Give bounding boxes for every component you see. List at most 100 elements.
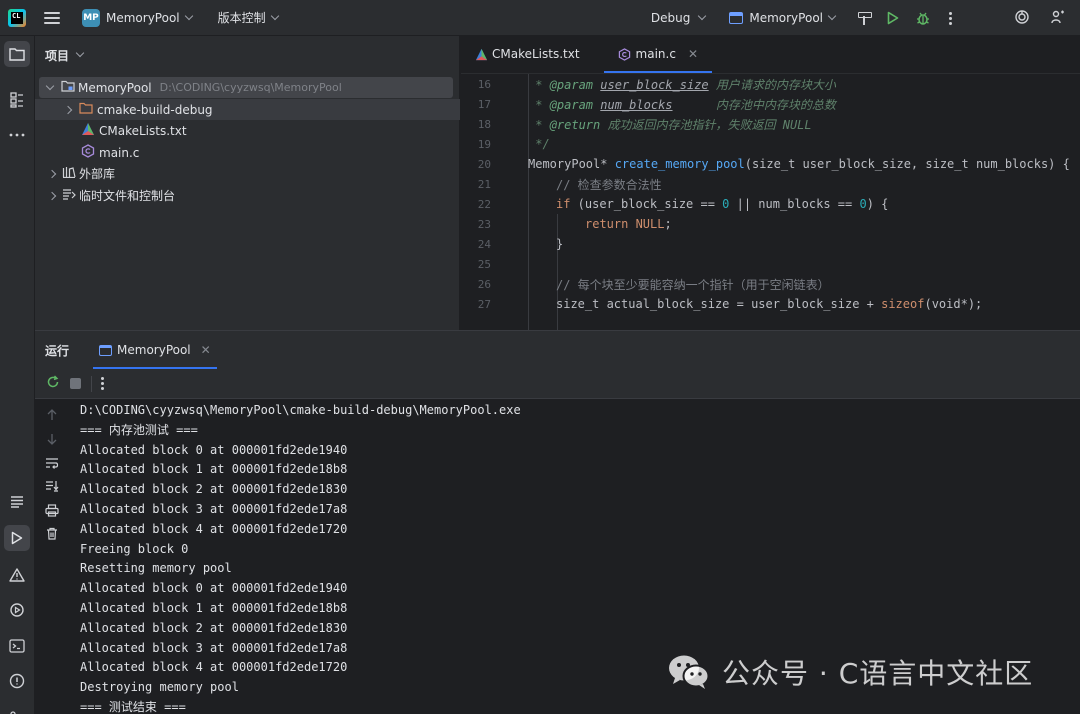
print-icon[interactable] — [45, 503, 59, 517]
run-tab-label: MemoryPool — [117, 343, 191, 357]
run-icon[interactable] — [887, 11, 899, 25]
run-config-dropdown[interactable]: MemoryPool — [749, 11, 823, 25]
more-actions-icon[interactable] — [101, 377, 104, 390]
line-number: 23 — [477, 217, 491, 231]
toolbar-divider — [91, 375, 92, 392]
run-panel-title: 运行 — [45, 343, 70, 358]
info-circle-icon — [9, 673, 25, 689]
code-line-22: 22 if (user_block_size == 0 || num_block… — [461, 194, 1080, 214]
library-icon — [62, 166, 76, 181]
run-config-icon — [729, 12, 744, 24]
todo-tool-button[interactable] — [4, 489, 30, 515]
structure-tool-button[interactable] — [4, 87, 30, 113]
project-panel-header[interactable]: 项目 — [35, 36, 459, 74]
build-hammer-icon[interactable] — [857, 11, 872, 25]
console-line: D:\CODING\cyyzwsq\MemoryPool\cmake-build… — [80, 403, 521, 417]
chevron-down-icon[interactable] — [75, 48, 85, 58]
code-line-20: 20 MemoryPool* create_memory_pool(size_t… — [461, 154, 1080, 174]
tree-root-path: D:\CODING\cyyzwsq\MemoryPool — [159, 81, 342, 94]
more-horizontal-icon — [9, 133, 25, 137]
tree-item-label: main.c — [99, 145, 140, 160]
console-line: Resetting memory pool — [80, 561, 232, 576]
build-config-dropdown[interactable]: Debug — [651, 11, 690, 25]
collapse-arrow-icon[interactable] — [63, 105, 73, 114]
code-line-17: 17 * @param num_blocks 内存池中内存块的总数 — [461, 94, 1080, 114]
console-side-toolbar — [35, 399, 69, 714]
console-output[interactable]: D:\CODING\cyyzwsq\MemoryPool\cmake-build… — [80, 401, 521, 714]
code-area[interactable]: 16 * @param user_block_size 用户请求的内存块大小 1… — [461, 74, 1080, 330]
tab-cmakelists[interactable]: CMakeLists.txt — [461, 35, 594, 73]
chevron-down-icon[interactable] — [184, 11, 193, 20]
project-badge[interactable]: MP — [82, 8, 100, 27]
soft-wrap-icon[interactable] — [45, 456, 59, 470]
vcs-dropdown[interactable]: 版本控制 — [218, 9, 266, 26]
expand-arrow-icon[interactable] — [45, 81, 55, 91]
chevron-down-icon[interactable] — [270, 11, 279, 20]
more-actions-icon[interactable] — [949, 11, 952, 25]
line-number: 18 — [477, 117, 491, 131]
chevron-down-icon[interactable] — [698, 11, 707, 21]
code-line-18: 18 * @return 成功返回内存池指针，失败返回 NULL — [461, 114, 1080, 134]
line-number: 26 — [477, 277, 491, 291]
tree-item-main-c[interactable]: main.c — [35, 142, 460, 163]
terminal-tool-button[interactable] — [4, 633, 30, 659]
rerun-icon[interactable] — [46, 375, 60, 392]
git-tool-button[interactable] — [4, 706, 30, 714]
debug-bug-icon[interactable] — [915, 10, 931, 26]
close-tab-icon[interactable]: ✕ — [688, 47, 698, 61]
project-name-dropdown[interactable]: MemoryPool — [106, 11, 180, 25]
title-bar: CL MP MemoryPool 版本控制 Debug MemoryPool — [0, 0, 1080, 36]
line-number: 16 — [477, 77, 491, 91]
editor-tabs: CMakeLists.txt main.c ✕ — [461, 36, 1080, 74]
close-tab-icon[interactable]: ✕ — [201, 343, 211, 357]
tree-item-external-libs[interactable]: 外部库 — [35, 163, 460, 184]
project-panel-title: 项目 — [45, 48, 70, 63]
code-editor: CMakeLists.txt main.c ✕ 16 * @param user… — [461, 36, 1080, 330]
ai-assistant-icon[interactable] — [1014, 9, 1030, 28]
main-menu-icon[interactable] — [44, 11, 60, 24]
console-line: === 测试结束 === — [80, 699, 186, 714]
tree-item-scratches[interactable]: 临时文件和控制台 — [35, 185, 460, 206]
run-toolbar — [35, 369, 1080, 399]
tree-item-cmake-build-debug[interactable]: cmake-build-debug — [35, 99, 460, 120]
line-number: 27 — [477, 297, 491, 311]
services-icon — [10, 603, 24, 617]
trash-icon[interactable] — [45, 526, 59, 540]
scroll-up-icon[interactable] — [45, 408, 59, 422]
code-line-26: 26 // 每个块至少要能容纳一个指针（用于空闲链表） — [461, 274, 1080, 294]
problems-tool-button[interactable] — [4, 562, 30, 588]
tab-main-c[interactable]: main.c ✕ — [603, 35, 713, 73]
console-line: Allocated block 1 at 000001fd2ede18b8 — [80, 600, 348, 615]
collapse-arrow-icon[interactable] — [47, 191, 57, 200]
wechat-logo-icon — [668, 654, 710, 690]
run-tool-button[interactable] — [4, 525, 30, 551]
collapse-arrow-icon[interactable] — [47, 169, 57, 178]
project-tool-button[interactable] — [4, 41, 30, 67]
code-with-me-icon[interactable] — [1050, 9, 1066, 28]
tree-item-label: cmake-build-debug — [97, 102, 213, 117]
scratches-icon — [62, 188, 76, 203]
line-number: 25 — [477, 257, 491, 271]
tree-item-label: 外部库 — [79, 167, 116, 181]
chevron-down-icon[interactable] — [827, 11, 837, 21]
code-line-16: 16 * @param user_block_size 用户请求的内存块大小 — [461, 74, 1080, 94]
scroll-to-end-icon[interactable] — [45, 479, 59, 493]
watermark-text: 公众号 · C语言中文社区 — [722, 657, 1034, 690]
code-line-23: 23 return NULL; — [461, 214, 1080, 234]
stop-icon[interactable] — [70, 378, 81, 389]
clion-logo-icon[interactable]: CL — [8, 8, 26, 27]
tab-label: main.c — [635, 47, 676, 61]
run-tab-memorypool[interactable]: MemoryPool ✕ — [93, 331, 217, 369]
more-tools-button[interactable] — [4, 122, 30, 148]
line-number: 22 — [477, 197, 491, 211]
tree-item-cmakelists[interactable]: CMakeLists.txt — [35, 120, 460, 141]
console-line: Allocated block 0 at 000001fd2ede1940 — [80, 581, 348, 596]
console-line: Allocated block 0 at 000001fd2ede1940 — [80, 442, 348, 457]
scroll-down-icon[interactable] — [45, 432, 59, 446]
code-line-21: 21 // 检查参数合法性 — [461, 174, 1080, 194]
tree-root-memorypool[interactable]: MemoryPool D:\CODING\cyyzwsq\MemoryPool — [39, 77, 453, 98]
services-tool-button[interactable] — [4, 597, 30, 623]
list-icon — [11, 496, 23, 508]
notifications-tool-button[interactable] — [4, 668, 30, 694]
run-panel-header: 运行 MemoryPool ✕ — [35, 331, 1080, 369]
